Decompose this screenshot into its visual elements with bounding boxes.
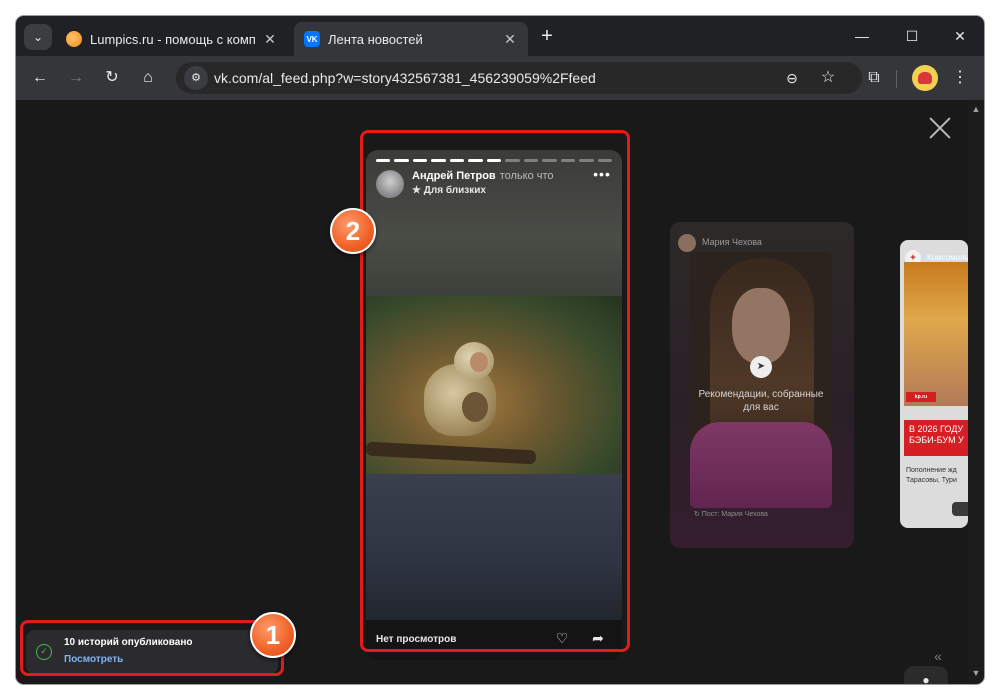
site-info-icon[interactable]: ⚙ [184, 66, 208, 90]
reload-button[interactable]: ↻ [100, 66, 124, 90]
scroll-up-icon[interactable]: ▲ [968, 104, 984, 118]
recommendation-card: ➤ Рекомендации, собранные для вас [690, 252, 832, 508]
callout-1: 1 [250, 612, 296, 658]
tab-close-icon[interactable]: ✕ [262, 31, 278, 48]
far-story-text: Пополнение жд Тарасовы, Тури [906, 466, 957, 486]
close-window-button[interactable]: ✕ [940, 24, 980, 48]
story-photo [366, 296, 622, 474]
progress-segment [597, 159, 613, 162]
scrollbar[interactable]: ▲ ▼ [968, 100, 984, 684]
tab-title: Lumpics.ru - помощь с компью [90, 31, 256, 47]
kp-logo: kp.ru [906, 392, 936, 402]
far-story-button[interactable] [952, 502, 968, 516]
author-name[interactable]: Андрей Петров [412, 170, 496, 182]
collapse-icon[interactable]: « [930, 648, 946, 664]
back-button[interactable]: ← [28, 66, 52, 90]
avatar[interactable] [376, 170, 404, 198]
monkey-image [418, 342, 504, 442]
maximize-button[interactable]: ☐ [892, 24, 932, 48]
new-tab-button[interactable]: + [536, 26, 558, 48]
reaction-icon[interactable]: ♡ [552, 630, 572, 650]
progress-segment [523, 159, 539, 162]
avatar [678, 234, 696, 252]
vk-favicon: VK [304, 31, 320, 47]
url-text[interactable]: vk.com/al_feed.php?w=story432567381_4562… [214, 70, 596, 86]
tab-close-icon[interactable]: ✕ [502, 31, 518, 48]
views-count[interactable]: Нет просмотров [376, 634, 456, 645]
minimize-button[interactable]: — [842, 24, 882, 48]
chat-icon[interactable]: ● [904, 666, 948, 684]
far-story-image [904, 262, 968, 406]
recommendation-text: Рекомендации, собранные для вас [698, 389, 824, 413]
home-button[interactable]: ⌂ [136, 66, 160, 90]
headline-line: БЭБИ-БУМ У [909, 435, 964, 445]
compass-icon: ➤ [750, 356, 772, 378]
tab-lumpics[interactable]: Lumpics.ru - помощь с компью ✕ [56, 22, 288, 56]
tab-strip: ⌄ Lumpics.ru - помощь с компью ✕ VK Лент… [16, 16, 984, 56]
story-blur-bottom [366, 474, 622, 620]
story-time: только что [499, 170, 554, 182]
view-link[interactable]: Посмотреть [64, 654, 123, 665]
next-story-author: Мария Чехова [702, 237, 762, 247]
toolbar-divider [896, 70, 897, 88]
progress-segment [560, 159, 576, 162]
more-options-icon[interactable]: ••• [592, 166, 612, 184]
browser-window: ⌄ Lumpics.ru - помощь с компью ✕ VK Лент… [16, 16, 984, 684]
progress-segment [394, 159, 409, 162]
forward-button[interactable]: → [64, 66, 88, 90]
tab-vk-feed[interactable]: VK Лента новостей ✕ [294, 22, 528, 56]
scroll-down-icon[interactable]: ▼ [968, 668, 984, 682]
current-story[interactable]: Андрей Петров только что ★ Для близких ••… [366, 150, 622, 660]
lumpics-favicon [66, 31, 82, 47]
text-line: Пополнение жд [906, 467, 957, 474]
headline-line: В 2026 ГОДУ [909, 424, 964, 434]
tab-search-button[interactable]: ⌄ [24, 24, 52, 50]
progress-segment [579, 159, 594, 162]
progress-segment [468, 159, 483, 162]
branch-image [366, 441, 537, 465]
post-caption: ↻ Пост: Мария Чехова [694, 511, 768, 518]
story-progress-bar [376, 159, 613, 162]
far-story-headline: В 2026 ГОДУ БЭБИ-БУМ У [904, 420, 968, 456]
stories-viewer: Андрей Петров только что ★ Для близких ••… [16, 100, 984, 684]
next-story[interactable]: Мария Чехова ➤ Рекомендации, собранные д… [670, 222, 854, 548]
profile-avatar[interactable] [912, 65, 938, 91]
publish-toast: ✓ 10 историй опубликовано Посмотреть [26, 630, 278, 674]
close-icon[interactable] [926, 114, 954, 142]
tab-title: Лента новостей [328, 31, 423, 47]
progress-segment [542, 159, 557, 162]
story-author[interactable]: Андрей Петров только что [412, 170, 554, 182]
story-audience: ★ Для близких [412, 185, 486, 196]
callout-2: 2 [330, 208, 376, 254]
check-icon: ✓ [36, 644, 52, 660]
progress-segment [486, 159, 502, 162]
progress-segment [376, 159, 391, 162]
browser-menu-icon[interactable]: ⋮ [948, 66, 972, 90]
bookmark-star-icon[interactable]: ☆ [816, 66, 840, 90]
far-story-author: Комсомольская [927, 253, 968, 262]
zoom-icon[interactable]: ⊖ [780, 66, 804, 90]
progress-segment [431, 159, 446, 162]
extensions-icon[interactable]: ⧉ [862, 66, 886, 90]
progress-segment [449, 159, 465, 162]
browser-toolbar: ← → ↻ ⌂ ⚙ vk.com/al_feed.php?w=story4325… [16, 56, 984, 100]
far-story[interactable]: ✦ Комсомольская kp.ru В 2026 ГОДУБЭБИ-БУ… [900, 240, 968, 528]
progress-segment [412, 159, 428, 162]
progress-segment [505, 159, 520, 162]
address-bar[interactable]: ⚙ vk.com/al_feed.php?w=story432567381_45… [176, 62, 862, 94]
share-icon[interactable]: ➦ [588, 630, 608, 650]
text-line: Тарасовы, Тури [906, 477, 957, 484]
toast-title: 10 историй опубликовано [64, 637, 193, 648]
story-footer: Нет просмотров ♡ ➦ [366, 620, 622, 660]
